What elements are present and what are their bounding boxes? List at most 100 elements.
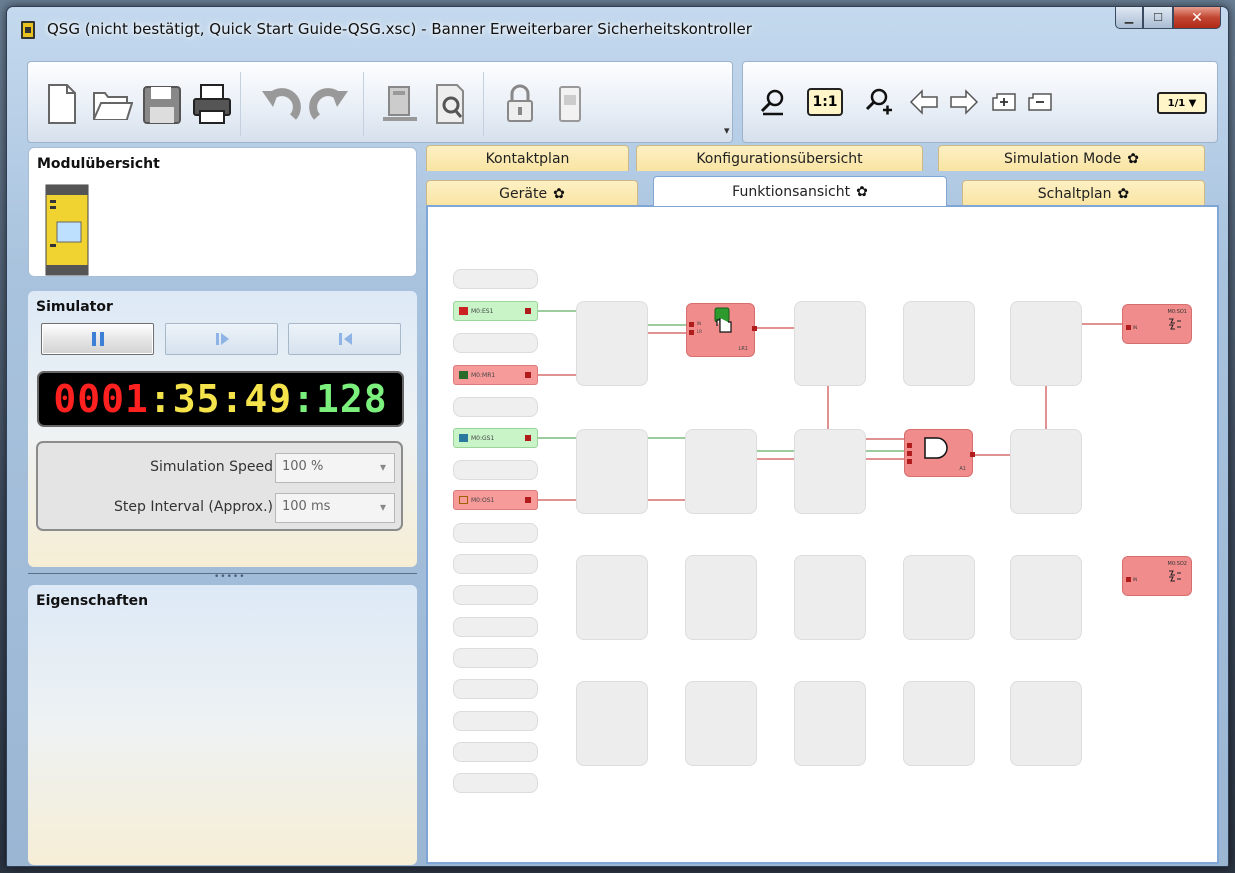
function-slot[interactable] [576,301,648,386]
function-slot[interactable] [1010,681,1082,766]
function-slot[interactable] [685,429,757,514]
function-slot[interactable] [1010,555,1082,640]
simulation-settings: Simulation Speed 100 % Step Interval (Ap… [36,441,403,531]
input-m0-mr1[interactable]: M0:MR1 [453,365,538,385]
empty-input-slot[interactable] [453,742,538,762]
minimize-button[interactable]: ▁ [1115,7,1143,29]
function-slot[interactable] [685,681,757,766]
lock-icon[interactable] [498,80,542,128]
emergency-stop-icon [459,307,468,315]
properties-panel: Eigenschaften [28,585,417,865]
block-label: LR1 [738,346,748,352]
empty-input-slot[interactable] [453,617,538,637]
empty-input-slot[interactable] [453,460,538,480]
empty-input-slot[interactable] [453,585,538,605]
latch-reset-block[interactable]: IN LR LR1 [686,303,757,357]
tab-label: Geräte [499,185,548,202]
module-overview-title: Modulübersicht [37,156,160,172]
tab-label: Funktionsansicht [732,183,851,200]
reset-simulation-button[interactable] [288,323,401,355]
clock-separator: : [292,377,317,421]
empty-input-slot[interactable] [453,554,538,574]
print-icon[interactable] [190,80,234,128]
tab-schaltplan[interactable]: Schaltplan ✿ [962,180,1205,206]
function-slot[interactable] [576,429,648,514]
zoom-in-icon[interactable] [861,87,895,117]
open-folder-icon[interactable] [90,80,134,128]
view-toolbar: 1:1 1/1 ▼ [742,61,1218,143]
function-slot[interactable] [1010,301,1082,386]
empty-input-slot[interactable] [453,523,538,543]
function-slot[interactable] [794,681,866,766]
add-page-icon[interactable] [989,87,1019,117]
and-gate-block[interactable]: A1 [904,429,975,477]
panel-splitter[interactable]: ••••• [28,572,417,582]
function-slot[interactable] [903,555,975,640]
output-m0-so2[interactable]: M0:SO2 IN [1122,556,1192,596]
undo-icon[interactable] [258,80,302,128]
safety-controller-module-image[interactable] [45,184,89,276]
simulator-panel: Simulator 0001 : 35 : 49 : 128 Simulatio… [28,291,417,567]
clock-seconds: 49 [244,377,293,421]
skip-back-icon [338,333,352,345]
empty-input-slot[interactable] [453,648,538,668]
empty-input-slot[interactable] [453,773,538,793]
app-icon [21,21,35,39]
zoom-out-icon[interactable] [755,87,789,117]
function-slot[interactable] [794,301,866,386]
output-label: M0:SO1 [1167,309,1187,315]
arrow-left-icon[interactable] [907,87,941,117]
module-overview-panel: Modulübersicht [28,147,417,277]
function-slot[interactable] [685,555,757,640]
properties-title: Eigenschaften [36,593,149,609]
arrow-right-icon[interactable] [947,87,981,117]
main-toolbar: ▾ [27,61,733,143]
empty-input-slot[interactable] [453,269,538,289]
save-icon[interactable] [140,80,184,128]
tab-funktionsansicht[interactable]: Funktionsansicht ✿ [653,176,947,206]
window-title: QSG (nicht bestätigt, Quick Start Guide-… [47,20,752,38]
input-m0-gs1[interactable]: M0:GS1 [453,428,538,448]
page-selector[interactable]: 1/1 ▼ [1157,92,1207,114]
close-button[interactable]: ✕ [1173,7,1221,29]
tab-kontaktplan[interactable]: Kontaktplan [426,145,629,171]
pause-button[interactable] [41,323,154,355]
zoom-100-button[interactable]: 1:1 [807,88,843,116]
function-slot[interactable] [903,681,975,766]
module-icon[interactable] [548,80,592,128]
remove-page-icon[interactable] [1025,87,1055,117]
step-forward-button[interactable] [165,323,278,355]
toolbar-overflow-icon[interactable]: ▾ [724,124,730,137]
function-view-canvas[interactable]: M0:ES1 M0:MR1 M0:GS1 M0:OS1 IN LR LR1 M0… [426,205,1219,864]
function-slot[interactable] [576,681,648,766]
empty-input-slot[interactable] [453,333,538,353]
simulation-speed-select[interactable]: 100 % [275,453,395,483]
step-interval-select[interactable]: 100 ms [275,493,395,523]
function-slot[interactable] [794,429,866,514]
empty-input-slot[interactable] [453,679,538,699]
tab-konfigurationsuebersicht[interactable]: Konfigurationsübersicht [636,145,923,171]
step-forward-icon [215,333,229,345]
function-slot[interactable] [794,555,866,640]
inspect-icon[interactable] [428,80,472,128]
tab-simulation-mode[interactable]: Simulation Mode ✿ [938,145,1205,171]
splitter-grip[interactable]: ••••• [214,572,246,582]
function-slot[interactable] [903,301,975,386]
tab-geraete[interactable]: Geräte ✿ [426,180,638,206]
input-m0-es1[interactable]: M0:ES1 [453,301,538,321]
gear-icon: ✿ [856,183,868,200]
new-file-icon[interactable] [40,80,84,128]
gate-switch-icon [459,434,468,442]
function-slot[interactable] [576,555,648,640]
gear-icon: ✿ [1117,185,1130,202]
redo-icon[interactable] [308,80,352,128]
tab-label: Simulation Mode [1004,150,1122,167]
empty-input-slot[interactable] [453,711,538,731]
maximize-button[interactable]: ☐ [1143,7,1173,29]
and-gate-icon [924,437,948,459]
empty-input-slot[interactable] [453,397,538,417]
function-slot[interactable] [1010,429,1082,514]
input-m0-os1[interactable]: M0:OS1 [453,490,538,510]
network-icon[interactable] [378,80,422,128]
output-m0-so1[interactable]: M0:SO1 IN [1122,304,1192,344]
